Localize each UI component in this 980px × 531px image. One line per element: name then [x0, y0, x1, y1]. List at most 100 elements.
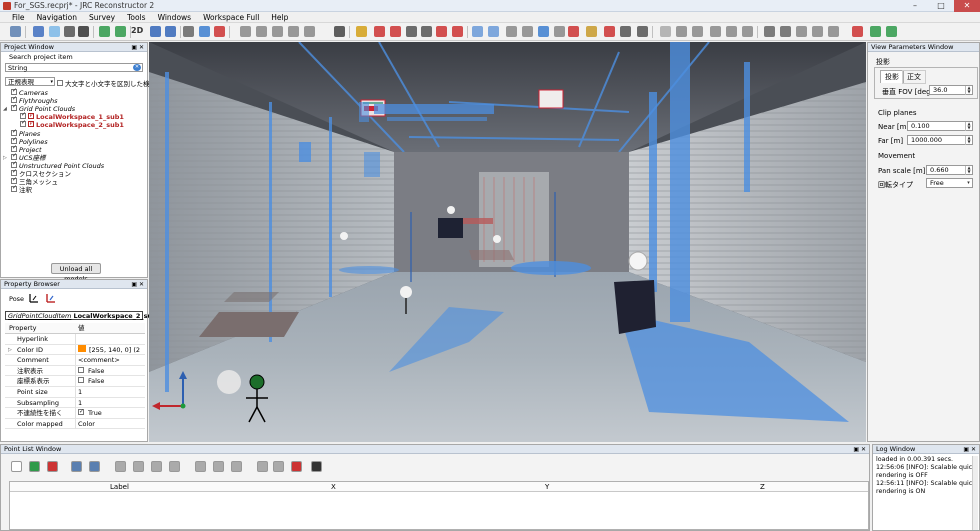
house-icon[interactable] [421, 26, 432, 37]
case-sensitive-checkbox[interactable] [57, 80, 63, 86]
tree-item-checkbox[interactable] [11, 152, 17, 160]
menu-tools[interactable]: Tools [121, 12, 151, 22]
tree-item-checkbox[interactable] [11, 160, 17, 168]
menu-navigation[interactable]: Navigation [31, 12, 83, 22]
cloud-icon[interactable] [568, 26, 579, 37]
tree-item-checkbox[interactable] [11, 95, 17, 104]
edit-icon[interactable] [71, 461, 82, 472]
tree-item-checkbox[interactable] [11, 144, 17, 152]
house-icon[interactable] [406, 26, 417, 37]
walk-icon[interactable] [99, 26, 110, 37]
panel-close-icon[interactable]: ▣ ✕ [131, 43, 144, 52]
flag-icon[interactable] [291, 461, 302, 472]
tree-item-checkbox[interactable] [11, 87, 17, 95]
add-point-icon[interactable] [29, 461, 40, 472]
tree-expander-icon[interactable]: ▷ [3, 154, 7, 162]
panel-close-icon[interactable]: ▣ ✕ [963, 445, 976, 454]
link-icon[interactable] [169, 461, 180, 472]
select-box-icon[interactable] [199, 26, 210, 37]
measure-icon[interactable] [195, 461, 206, 472]
house-icon[interactable] [452, 26, 463, 37]
cloud-icon[interactable] [522, 26, 533, 37]
measure-icon[interactable] [240, 26, 251, 37]
tree-item[interactable]: Flythroughs [11, 95, 57, 105]
tree-item-checkbox[interactable] [20, 119, 26, 128]
save-icon[interactable] [10, 26, 21, 37]
frame-icon[interactable] [257, 461, 268, 472]
house-icon[interactable] [637, 26, 648, 37]
search-input[interactable]: String [5, 63, 143, 72]
property-row[interactable]: 不連続性を描く True [5, 407, 145, 419]
fit-icon[interactable] [78, 26, 89, 37]
menu-file[interactable]: File [6, 12, 31, 22]
area-icon[interactable] [288, 26, 299, 37]
house-icon[interactable] [436, 26, 447, 37]
angle-icon[interactable] [272, 26, 283, 37]
plane-icon[interactable] [660, 26, 671, 37]
save-list-icon[interactable] [89, 461, 100, 472]
tab-orthographic[interactable]: 正文 [902, 70, 926, 84]
panel-close-icon[interactable]: ▣ ✕ [131, 280, 144, 289]
property-checkbox[interactable] [78, 366, 84, 373]
spin-arrows-icon[interactable]: ▲ ▼ [965, 122, 972, 131]
menu-workspace-full[interactable]: Workspace Full [197, 12, 265, 22]
polyline-icon[interactable] [710, 26, 721, 37]
tree-item-checkbox[interactable] [11, 184, 17, 193]
rotation-type-select[interactable]: Free ▾ [926, 178, 973, 188]
spin-arrows-icon[interactable]: ▲ ▼ [965, 166, 972, 175]
property-value[interactable]: [255, 140, 0] (2 [78, 345, 140, 355]
import-icon[interactable] [115, 461, 126, 472]
property-row[interactable]: ▷ Color ID [255, 140, 0] (2 [5, 344, 145, 356]
tree-item[interactable]: PLocalWorkspace_1_sub1 [20, 111, 124, 121]
house-icon[interactable] [390, 26, 401, 37]
property-row[interactable]: Comment <comment> [5, 355, 145, 366]
view-2d-button[interactable]: 2D [131, 26, 143, 35]
filter-icon[interactable] [273, 461, 284, 472]
log-scrollbar[interactable] [972, 456, 978, 530]
camera-icon[interactable] [356, 26, 367, 37]
tree-item[interactable]: Unstructured Point Clouds [11, 160, 104, 170]
distance-icon[interactable] [256, 26, 267, 37]
color-swatch[interactable] [78, 345, 86, 353]
3d-viewport[interactable] [149, 42, 866, 442]
search-mode-select[interactable]: 正規表現 ▾ [5, 77, 55, 86]
property-row[interactable]: 座標系表示 False [5, 376, 145, 387]
polyline-icon[interactable] [742, 26, 753, 37]
property-row[interactable]: Hyperlink [5, 334, 145, 345]
volume-icon[interactable] [304, 26, 315, 37]
cloud-icon[interactable] [554, 26, 565, 37]
measure-icon[interactable] [231, 461, 242, 472]
house-icon[interactable] [374, 26, 385, 37]
download-icon[interactable] [870, 26, 881, 37]
col-z[interactable]: Z [760, 483, 765, 491]
property-value[interactable]: 1 [78, 387, 82, 397]
pick-icon[interactable] [334, 26, 345, 37]
far-input[interactable]: 1000.000 ▲ ▼ [907, 135, 973, 145]
minimize-button[interactable]: – [902, 0, 928, 12]
spin-arrows-icon[interactable]: ▲ ▼ [965, 136, 972, 145]
property-row[interactable]: Subsampling 1 [5, 397, 145, 409]
tree-item-checkbox[interactable] [11, 128, 17, 136]
orbit-icon[interactable] [49, 26, 60, 37]
tree-item[interactable]: 三角メッシュ [11, 176, 58, 186]
close-button[interactable]: ✕ [954, 0, 980, 12]
tree-item-checkbox[interactable] [11, 103, 17, 112]
cloud-icon[interactable] [538, 26, 549, 37]
grid-icon[interactable] [311, 461, 322, 472]
navigate-icon[interactable] [33, 26, 44, 37]
property-row[interactable]: Color mapped Color [5, 418, 145, 430]
tree-item-checkbox[interactable] [11, 176, 17, 185]
link-icon[interactable] [151, 461, 162, 472]
export-icon[interactable] [852, 26, 863, 37]
tree-icon[interactable] [886, 26, 897, 37]
property-checkbox[interactable] [78, 377, 84, 384]
pan-scale-input[interactable]: 0.660 ▲ ▼ [926, 165, 973, 175]
mesh-icon[interactable] [586, 26, 597, 37]
col-x[interactable]: X [331, 483, 336, 491]
new-point-icon[interactable] [11, 461, 22, 472]
property-value[interactable]: False [78, 376, 104, 386]
menu-windows[interactable]: Windows [152, 12, 197, 22]
menu-survey[interactable]: Survey [83, 12, 121, 22]
tree-item-checkbox[interactable] [11, 136, 17, 144]
property-row[interactable]: 注釈表示 False [5, 365, 145, 377]
